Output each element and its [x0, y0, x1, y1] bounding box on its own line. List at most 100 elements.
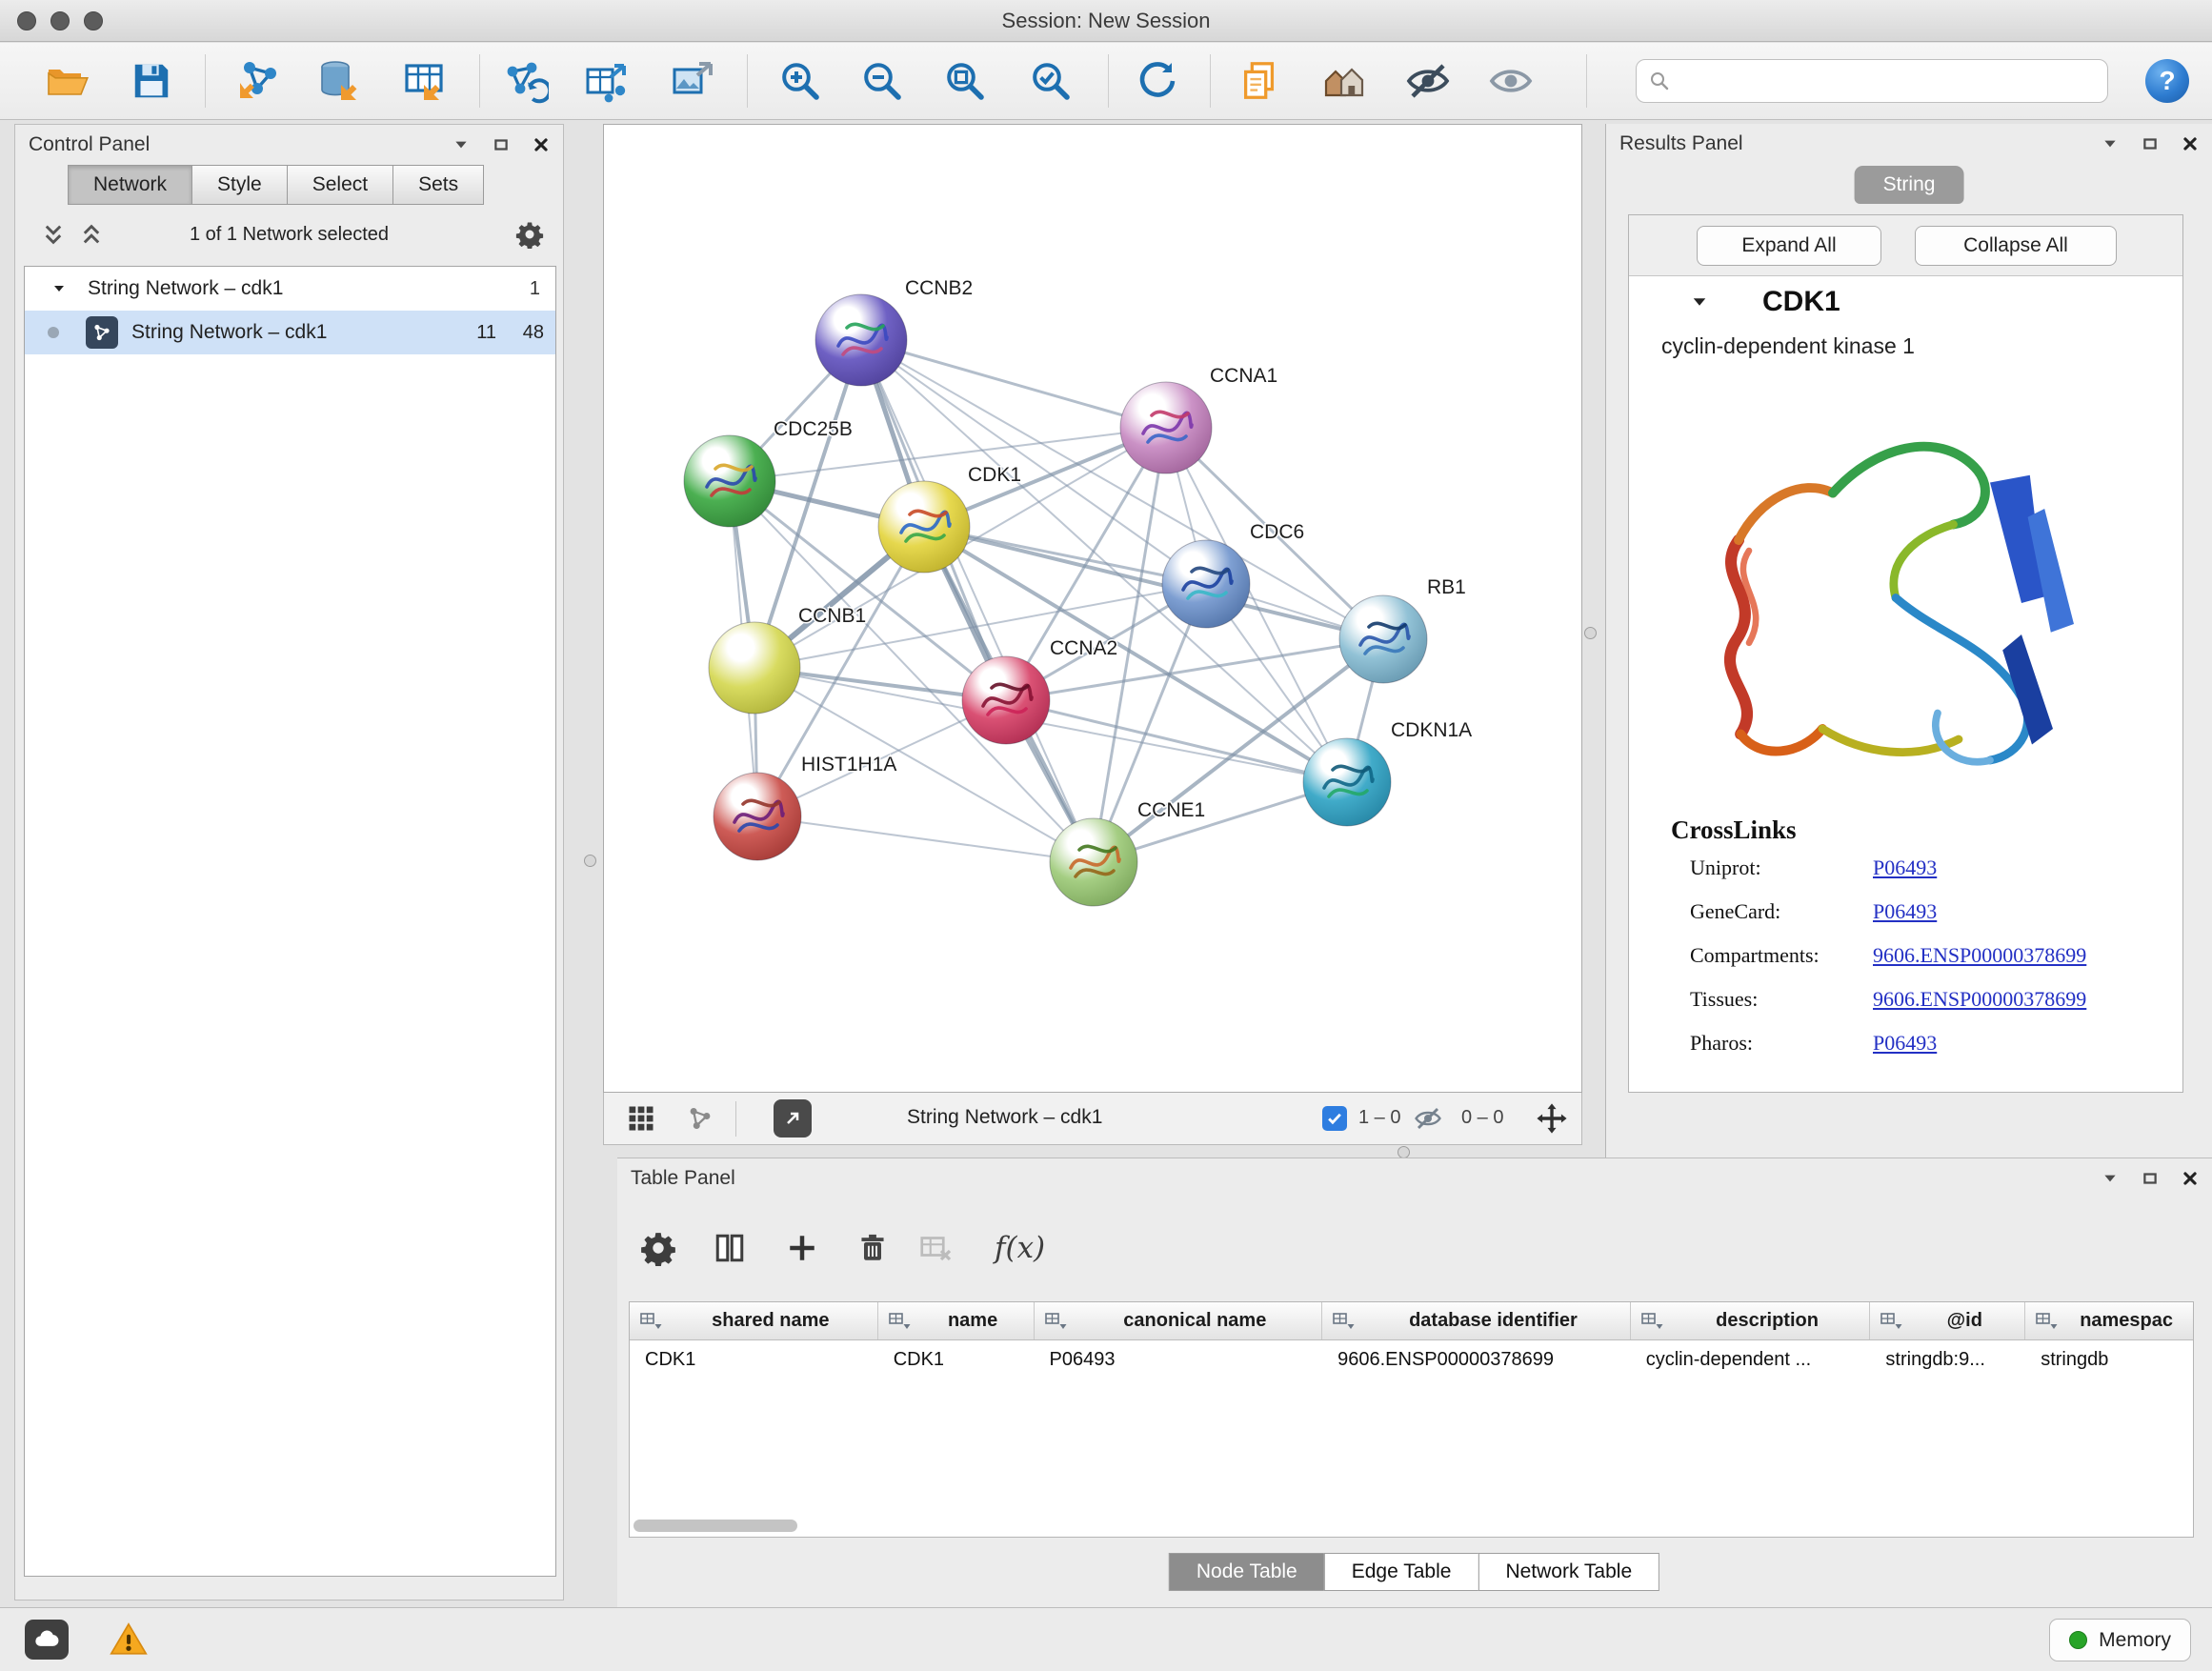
table-panel-float-button[interactable] — [2142, 1170, 2159, 1187]
horizontal-scrollbar-thumb[interactable] — [633, 1520, 797, 1532]
open-session-button[interactable] — [40, 53, 95, 109]
cell-shared-name[interactable]: CDK1 — [630, 1349, 878, 1371]
compartments-link[interactable]: 9606.ENSP00000378699 — [1873, 943, 2086, 968]
left-splitter-handle[interactable] — [584, 855, 596, 867]
tab-node-table[interactable]: Node Table — [1169, 1553, 1325, 1591]
cell-database-identifier[interactable]: 9606.ENSP00000378699 — [1322, 1349, 1631, 1371]
delete-column-icon[interactable] — [855, 1231, 890, 1265]
fit-selected-button[interactable] — [1536, 1102, 1568, 1135]
tab-network[interactable]: Network — [68, 165, 192, 205]
column-header-shared-name[interactable]: shared name — [630, 1302, 878, 1339]
results-panel-menu-button[interactable] — [2101, 135, 2119, 152]
window-close-button[interactable] — [17, 11, 36, 30]
apply-layout-button[interactable] — [1128, 53, 1183, 109]
detach-view-button[interactable] — [774, 1099, 812, 1137]
zoom-selected-button[interactable] — [1023, 53, 1078, 109]
grid-view-button[interactable] — [627, 1104, 655, 1133]
network-options-gear-icon[interactable] — [515, 220, 544, 249]
genecard-link[interactable]: P06493 — [1873, 899, 1937, 924]
network-edge[interactable] — [1006, 700, 1347, 782]
help-button[interactable]: ? — [2145, 59, 2189, 103]
selected-checkbox[interactable] — [1322, 1106, 1347, 1131]
cell-namespace[interactable]: stringdb — [2025, 1349, 2193, 1371]
column-header-canonical-name[interactable]: canonical name — [1035, 1302, 1323, 1339]
network-node-cdc25b[interactable] — [684, 435, 775, 527]
column-header-namespace[interactable]: namespac — [2025, 1302, 2193, 1339]
add-column-icon[interactable] — [785, 1231, 819, 1265]
network-node-ccna1[interactable] — [1120, 382, 1212, 473]
import-table-from-file-button[interactable] — [396, 53, 452, 109]
new-network-button[interactable] — [498, 53, 553, 109]
network-edge[interactable] — [924, 527, 1383, 639]
network-node-cdkn1a[interactable] — [1303, 738, 1391, 826]
column-header-name[interactable]: name — [878, 1302, 1035, 1339]
network-canvas[interactable]: CCNB2CCNA1CDC25BCDK1CDC6RB1CCNB1CCNA2CDK… — [603, 124, 1582, 1093]
cloud-services-button[interactable] — [25, 1620, 69, 1660]
warnings-button[interactable] — [107, 1620, 151, 1660]
column-header-id[interactable]: @id — [1870, 1302, 2025, 1339]
right-splitter-handle[interactable] — [1584, 627, 1597, 639]
network-node-ccne1[interactable] — [1050, 818, 1137, 906]
memory-button[interactable]: Memory — [2049, 1619, 2191, 1661]
function-builder-button[interactable]: f(x) — [995, 1231, 1045, 1265]
network-edge[interactable] — [757, 816, 1094, 862]
first-neighbors-button[interactable] — [1317, 53, 1372, 109]
table-panel-close-button[interactable] — [2182, 1170, 2199, 1187]
network-edge[interactable] — [861, 340, 1094, 862]
table-panel-menu-button[interactable] — [2101, 1170, 2119, 1187]
gene-section-header[interactable]: CDK1 — [1629, 276, 2182, 328]
network-collection-row[interactable]: String Network – cdk1 1 — [25, 267, 555, 311]
expand-all-button[interactable]: Expand All — [1697, 226, 1881, 266]
column-header-description[interactable]: description — [1631, 1302, 1871, 1339]
network-node-hist1h1a[interactable] — [714, 773, 801, 860]
toolbar-search[interactable] — [1636, 59, 2108, 103]
birdseye-view-button[interactable] — [686, 1104, 714, 1133]
zoom-in-button[interactable] — [773, 53, 828, 109]
zoom-fit-button[interactable] — [937, 53, 993, 109]
window-minimize-button[interactable] — [50, 11, 70, 30]
hide-selection-button[interactable] — [1400, 53, 1456, 109]
import-network-from-file-button[interactable] — [231, 53, 287, 109]
network-node-ccnb2[interactable] — [815, 294, 907, 386]
tissues-link[interactable]: 9606.ENSP00000378699 — [1873, 987, 2086, 1012]
results-panel-close-button[interactable] — [2182, 135, 2199, 152]
tab-string[interactable]: String — [1855, 166, 1964, 204]
table-options-gear-icon[interactable] — [640, 1230, 676, 1266]
results-panel-float-button[interactable] — [2142, 135, 2159, 152]
gene-expand-caret[interactable] — [1690, 292, 1709, 312]
network-node-ccna2[interactable] — [962, 656, 1050, 744]
show-columns-icon[interactable] — [713, 1231, 747, 1265]
network-node-ccnb1[interactable] — [709, 622, 800, 714]
save-session-button[interactable] — [124, 53, 179, 109]
zoom-out-button[interactable] — [855, 53, 910, 109]
cell-canonical-name[interactable]: P06493 — [1035, 1349, 1323, 1371]
network-edge[interactable] — [861, 340, 1166, 428]
search-input[interactable] — [1680, 70, 2096, 92]
network-node-cdk1[interactable] — [878, 481, 970, 573]
network-graph[interactable]: CCNB2CCNA1CDC25BCDK1CDC6RB1CCNB1CCNA2CDK… — [604, 125, 1581, 1092]
uniprot-link[interactable]: P06493 — [1873, 856, 1937, 880]
cell-id[interactable]: stringdb:9... — [1870, 1349, 2025, 1371]
collection-expand-caret[interactable] — [51, 281, 67, 296]
cell-name[interactable]: CDK1 — [878, 1349, 1035, 1371]
hidden-toggle-button[interactable] — [1414, 1104, 1442, 1133]
export-image-button[interactable] — [664, 53, 719, 109]
control-panel-float-button[interactable] — [493, 136, 510, 153]
network-node-rb1[interactable] — [1339, 595, 1427, 683]
network-row-selected[interactable]: String Network – cdk1 11 48 — [25, 311, 555, 354]
cell-description[interactable]: cyclin-dependent ... — [1631, 1349, 1871, 1371]
import-network-from-database-button[interactable] — [312, 53, 367, 109]
control-panel-close-button[interactable] — [533, 136, 550, 153]
show-all-button[interactable] — [1483, 53, 1538, 109]
tab-sets[interactable]: Sets — [392, 165, 484, 205]
table-row[interactable]: CDK1 CDK1 P06493 9606.ENSP00000378699 cy… — [630, 1340, 2193, 1379]
tab-edge-table[interactable]: Edge Table — [1324, 1553, 1479, 1591]
window-zoom-button[interactable] — [84, 11, 103, 30]
tab-network-table[interactable]: Network Table — [1478, 1553, 1659, 1591]
new-network-from-table-button[interactable] — [579, 53, 634, 109]
network-node-cdc6[interactable] — [1162, 540, 1250, 628]
tab-style[interactable]: Style — [191, 165, 288, 205]
control-panel-menu-button[interactable] — [452, 136, 470, 153]
copy-document-button[interactable] — [1232, 53, 1287, 109]
pharos-link[interactable]: P06493 — [1873, 1031, 1937, 1056]
